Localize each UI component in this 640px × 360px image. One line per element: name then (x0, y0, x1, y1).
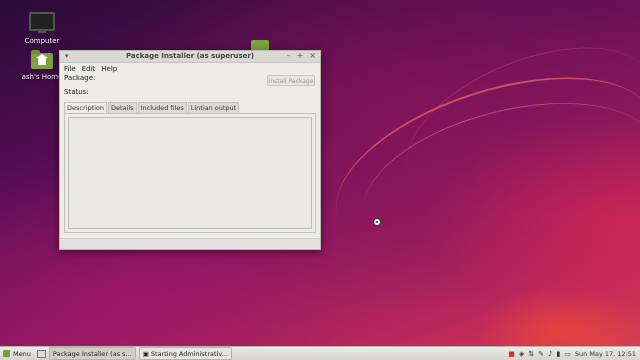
wallpaper-streak (384, 16, 640, 235)
computer-icon (29, 12, 55, 33)
volume-icon[interactable]: ♪ (548, 350, 552, 358)
tab-included-files[interactable]: Included files (137, 102, 187, 113)
network-icon[interactable]: ⇅ (528, 350, 534, 358)
mouse-cursor-icon (373, 218, 381, 226)
window-statusbar (60, 238, 320, 249)
mint-logo-icon (3, 350, 10, 357)
maximize-icon[interactable]: + (297, 51, 304, 61)
wallpaper-streak (314, 42, 640, 290)
window-titlebar[interactable]: ▾ Package Installer (as superuser) – + × (60, 51, 320, 63)
status-label: Status: (64, 88, 89, 96)
menu-button[interactable]: Menu (0, 350, 34, 358)
task-starting-administrative[interactable]: ▣ Starting Administrativ... (138, 347, 232, 360)
tab-lintian-output[interactable]: Lintian output (187, 102, 240, 113)
task-label: Starting Administrativ... (150, 349, 228, 358)
show-desktop-icon[interactable] (36, 349, 46, 358)
menu-help[interactable]: Help (101, 65, 117, 73)
desktop-icon-label: ash's Home (21, 73, 63, 81)
pen-icon[interactable]: ✎ (538, 350, 544, 358)
shield-icon[interactable]: ◈ (519, 350, 524, 358)
task-package-installer[interactable]: Package Installer (as s... (48, 347, 136, 360)
home-folder-icon (31, 50, 53, 69)
taskbar: Menu Package Installer (as s... ▣ Starti… (0, 346, 640, 360)
install-package-button[interactable]: Install Package (267, 75, 315, 86)
desktop-icon-label: Computer (24, 37, 60, 45)
close-icon[interactable]: × (309, 51, 316, 61)
terminal-icon: ▣ (142, 349, 149, 358)
task-label: Package Installer (as s... (52, 349, 132, 358)
description-panel (64, 113, 316, 233)
wallpaper-streak (347, 75, 640, 286)
menu-file[interactable]: File (64, 65, 76, 73)
menu-label: Menu (13, 349, 31, 358)
minimize-icon[interactable]: – (287, 51, 291, 61)
desktop-icon-computer[interactable]: Computer (20, 12, 64, 45)
menu-edit[interactable]: Edit (82, 65, 96, 73)
update-icon[interactable]: ■ (508, 350, 515, 358)
description-textview[interactable] (68, 117, 312, 229)
menubar: File Edit Help (60, 63, 320, 74)
system-tray: ■ ◈ ⇅ ✎ ♪ ▮ ▭ Sun May 17, 12:51 (508, 350, 640, 358)
package-label: Package: (64, 74, 96, 82)
desktop-icon-home[interactable]: ash's Home (20, 50, 64, 81)
battery-icon[interactable]: ▭ (564, 350, 571, 358)
window-title: Package Installer (as superuser) (125, 52, 255, 60)
package-installer-window: ▾ Package Installer (as superuser) – + ×… (59, 50, 321, 250)
clock[interactable]: Sun May 17, 12:51 (575, 350, 636, 358)
tab-details[interactable]: Details (108, 102, 137, 113)
signal-icon[interactable]: ▮ (556, 350, 560, 358)
